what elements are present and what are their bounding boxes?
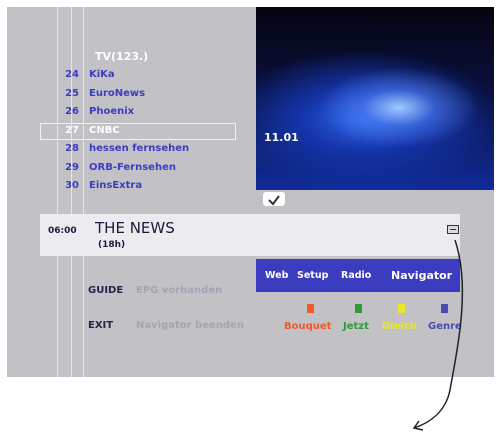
annotation-arrow-line: [413, 239, 464, 429]
annotation-arrow: [412, 239, 464, 431]
